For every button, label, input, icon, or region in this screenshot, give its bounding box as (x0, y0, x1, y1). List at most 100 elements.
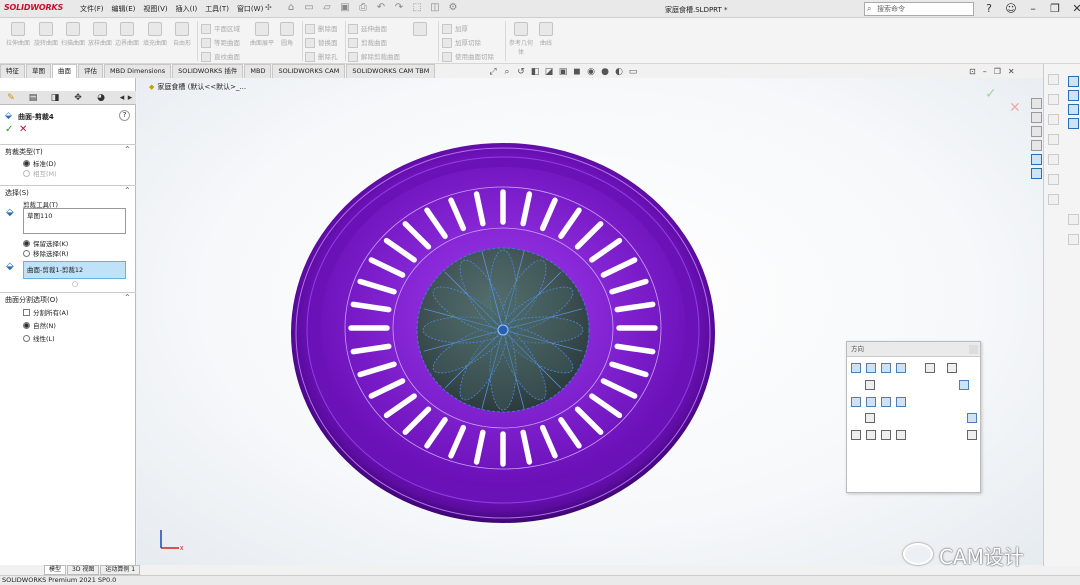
edit-appearance-icon[interactable]: ● (600, 67, 610, 77)
select-icon[interactable]: ⬚ (411, 2, 423, 14)
four-view-icon[interactable] (896, 430, 906, 440)
extend-surface-button[interactable]: 延伸曲面 (348, 23, 387, 34)
property-manager-tab-icon[interactable]: ▤ (25, 92, 41, 104)
view-settings-icon[interactable]: ▭ (628, 67, 638, 77)
tab-evaluate[interactable]: 评估 (78, 64, 103, 78)
undo-icon[interactable]: ↶ (375, 2, 387, 14)
linear-radio[interactable]: 线性(L) (23, 333, 55, 343)
fillet-button[interactable]: 圆角 (273, 22, 301, 47)
freeform-button[interactable]: 自由形 (168, 22, 196, 47)
two-view-vertical-icon[interactable] (881, 430, 891, 440)
collapse-icon[interactable]: ⌃ (124, 145, 131, 154)
collapse-icon[interactable]: ⌃ (124, 293, 131, 302)
viewport-close-icon[interactable]: ✕ (1008, 67, 1015, 76)
tab-solidworks-cam[interactable]: SOLIDWORKS CAM (272, 64, 346, 78)
menu-tools[interactable]: 工具(T) (205, 4, 229, 14)
section-view-icon[interactable]: ◧ (530, 67, 540, 77)
isometric-icon[interactable] (947, 363, 957, 373)
user-icon[interactable]: ☺ (1004, 2, 1018, 16)
tab-mbd-dimensions[interactable]: MBD Dimensions (104, 64, 172, 78)
boundary-surface-button[interactable]: 边界曲面 (113, 22, 141, 47)
tool-4-icon[interactable] (1048, 134, 1059, 145)
orientation-dialog[interactable]: 方向 (846, 341, 981, 493)
rebuild-icon[interactable]: ◫ (429, 2, 441, 14)
untrim-surface-button[interactable]: 解除剪裁曲面 (348, 51, 400, 62)
tab-solidworks-cam-tbm[interactable]: SOLIDWORKS CAM TBM (346, 64, 436, 78)
right-view-icon[interactable] (881, 397, 891, 407)
ok-button[interactable]: ✓ (5, 124, 13, 135)
resize-handle[interactable]: ○ (72, 280, 78, 288)
help-icon[interactable]: ? (982, 2, 996, 16)
design-library-icon[interactable] (1068, 90, 1079, 101)
curves-button[interactable]: 曲线 (532, 22, 560, 47)
trim-type-section-header[interactable]: 剪裁类型(T) ⌃ (0, 144, 136, 156)
view-cube-icon[interactable] (959, 380, 969, 390)
front-view-icon[interactable] (866, 397, 876, 407)
hide-show-icon[interactable]: ◉ (586, 67, 596, 77)
bottom-view-icon[interactable] (865, 413, 875, 423)
planar-surface-button[interactable]: 平面区域 (201, 23, 240, 34)
display-style-icon[interactable]: ◼ (572, 67, 582, 77)
previous-view-icon[interactable]: ↺ (516, 67, 526, 77)
pin-icon[interactable]: ✣ (265, 3, 272, 12)
knit-surface-button[interactable] (406, 22, 434, 38)
orientation-pin-icon[interactable] (969, 345, 978, 354)
tab-motion-study[interactable]: 运动算例 1 (100, 565, 141, 575)
tool-5-icon[interactable] (1048, 154, 1059, 165)
surface-split-section-header[interactable]: 曲面分割选项(O) ⌃ (0, 292, 136, 304)
print-icon[interactable]: ⎙ (357, 2, 369, 14)
remove-selections-radio[interactable]: 移除选择(R) (23, 248, 69, 258)
apply-scene-icon[interactable]: ◐ (614, 67, 624, 77)
custom-properties-icon[interactable] (1031, 168, 1042, 179)
view-orientation-icon[interactable]: ▣ (558, 67, 568, 77)
zoom-to-fit-icon[interactable]: ⤢ (488, 67, 498, 77)
viewport-restore-icon[interactable]: ⊡ (969, 67, 976, 76)
tool-8-icon[interactable] (1068, 214, 1079, 225)
tool-1-icon[interactable] (1048, 74, 1059, 85)
restore-icon[interactable]: ❐ (1048, 2, 1062, 16)
normal-to-icon[interactable] (925, 363, 935, 373)
new-document-icon[interactable]: ▭ (303, 2, 315, 14)
two-view-horizontal-icon[interactable] (866, 430, 876, 440)
appearance-icon[interactable] (1031, 154, 1042, 165)
zoom-area-icon[interactable]: ⌕ (502, 67, 512, 77)
tool-7-icon[interactable] (1048, 194, 1059, 205)
tool-2-icon[interactable] (1048, 94, 1059, 105)
extrude-surface-button[interactable]: 拉伸曲面 (4, 22, 32, 47)
ruled-surface-button[interactable]: 直纹曲面 (201, 51, 240, 62)
keep-selections-radio[interactable]: 保留选择(K) (23, 238, 68, 248)
collapse-icon[interactable]: ⌃ (124, 186, 131, 195)
natural-radio[interactable]: 自然(N) (23, 320, 56, 330)
feature-manager-tab-icon[interactable]: ✎ (3, 92, 19, 104)
menu-file[interactable]: 文件(F) (80, 4, 104, 14)
trim-tool-selection-box[interactable]: 草图110 (23, 208, 126, 234)
home-view-icon[interactable] (1031, 98, 1042, 109)
sweep-surface-button[interactable]: 扫描曲面 (59, 22, 87, 47)
top-view-icon[interactable] (865, 380, 875, 390)
pieces-to-keep-box[interactable]: 曲面-剪裁1-剪裁12 (23, 261, 126, 279)
dynamic-annotation-icon[interactable]: ◪ (544, 67, 554, 77)
viewport-maximize-icon[interactable]: ❐ (994, 67, 1001, 76)
left-view-icon[interactable] (851, 397, 861, 407)
tool-9-icon[interactable] (1068, 234, 1079, 245)
3d-view-icon[interactable] (1031, 112, 1042, 123)
menu-window[interactable]: 窗口(W) (237, 4, 263, 14)
tab-features[interactable]: 特征 (0, 64, 25, 78)
folder-icon[interactable] (1031, 126, 1042, 137)
loft-surface-button[interactable]: 放样曲面 (86, 22, 114, 47)
graphics-area[interactable]: ◆ 家庭食槽 (默认<<默认>_... ⊡ – ❐ ✕ ✓ ✕ x 方向 (137, 67, 1043, 565)
update-standard-views-icon[interactable] (866, 363, 876, 373)
file-explorer-icon[interactable] (1068, 104, 1079, 115)
reference-geometry-button[interactable]: 参考几何体 (507, 22, 535, 56)
save-icon[interactable]: ▣ (339, 2, 351, 14)
split-all-checkbox[interactable]: 分割所有(A) (23, 307, 69, 317)
tool-3-icon[interactable] (1048, 114, 1059, 125)
replace-face-button[interactable]: 替换面 (305, 37, 338, 48)
fill-surface-button[interactable]: 填充曲面 (141, 22, 169, 47)
orientation-settings-icon[interactable] (967, 430, 977, 440)
selections-section-header[interactable]: 选择(S) ⌃ (0, 185, 136, 197)
minimize-icon[interactable]: – (1026, 2, 1040, 16)
options-icon[interactable]: ⚙ (447, 2, 459, 14)
open-icon[interactable]: ▱ (321, 2, 333, 14)
tab-mbd[interactable]: MBD (244, 64, 272, 78)
